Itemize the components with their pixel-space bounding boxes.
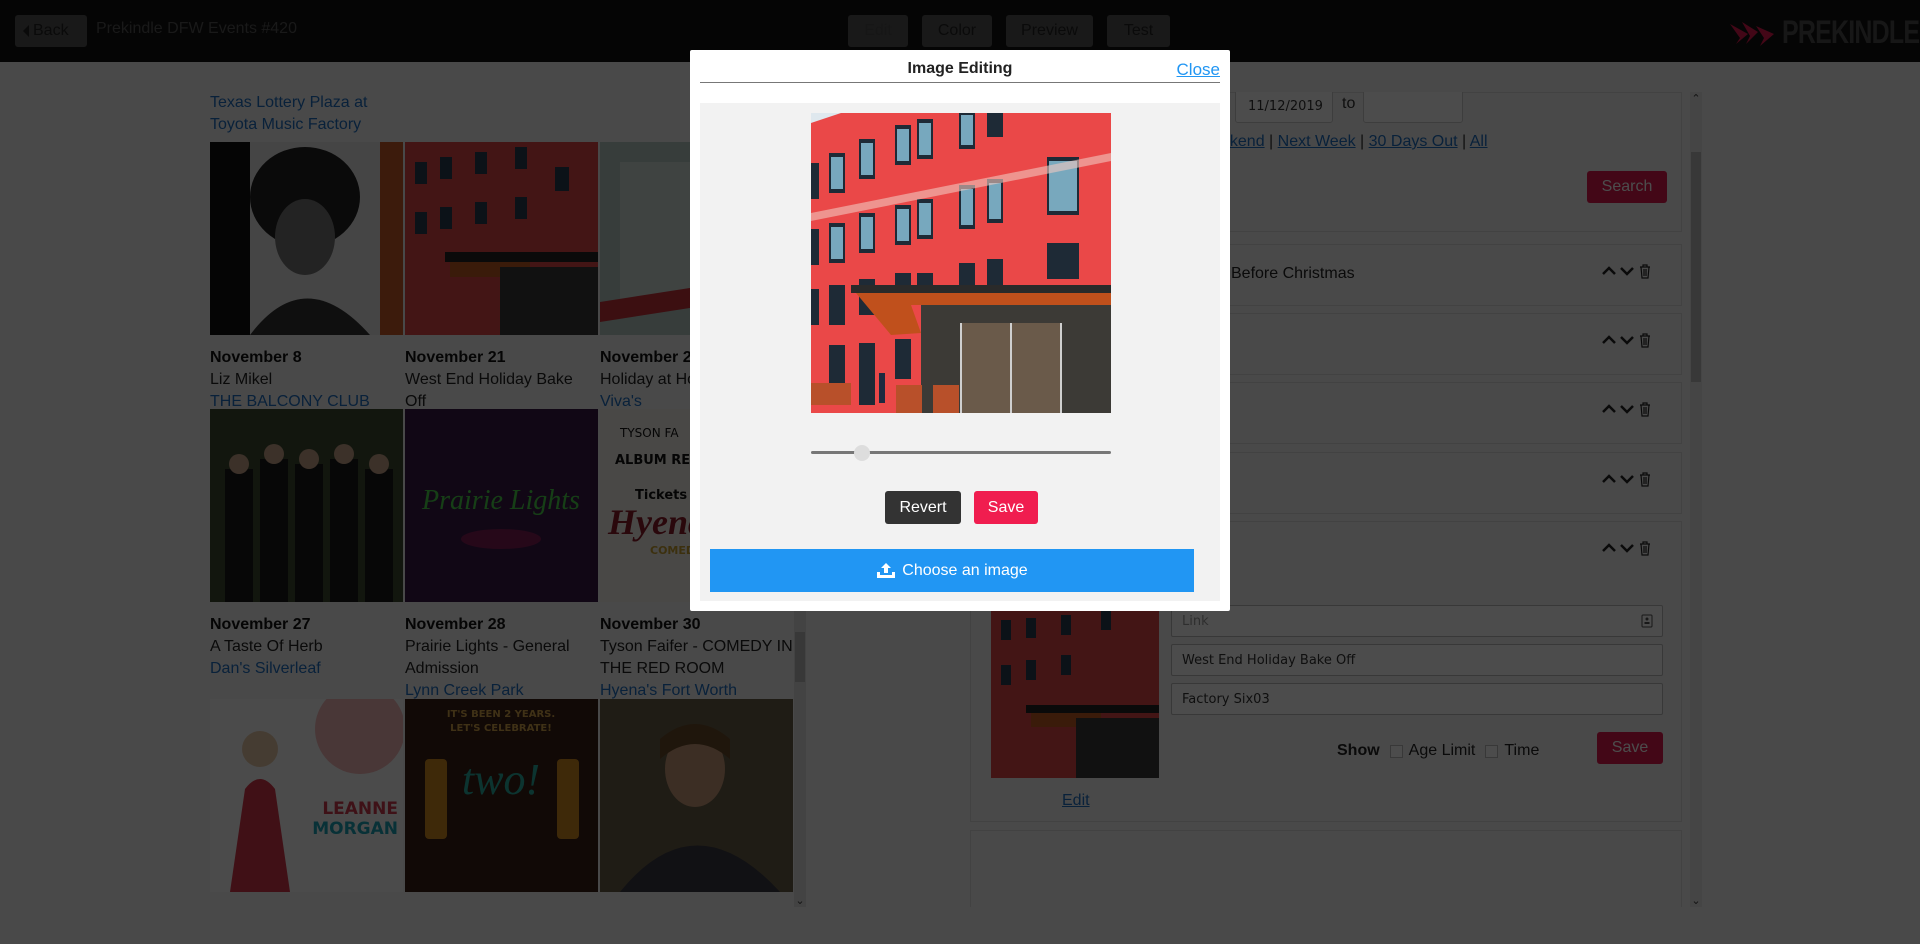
- crop-image-preview[interactable]: [811, 113, 1111, 413]
- modal-body: Revert Save Choose an image: [700, 103, 1220, 601]
- choose-image-button[interactable]: Choose an image: [710, 549, 1194, 592]
- title-divider: [700, 82, 1220, 83]
- close-link[interactable]: Close: [1177, 60, 1220, 80]
- zoom-slider[interactable]: [811, 445, 1111, 461]
- choose-image-label: Choose an image: [902, 561, 1028, 579]
- revert-button[interactable]: Revert: [885, 491, 961, 524]
- save-image-button[interactable]: Save: [974, 491, 1038, 524]
- image-editing-modal: Image Editing Close Revert Save Choose a…: [690, 50, 1230, 611]
- modal-title: Image Editing: [907, 60, 1013, 77]
- upload-icon: [877, 562, 896, 578]
- slider-knob[interactable]: [853, 445, 870, 461]
